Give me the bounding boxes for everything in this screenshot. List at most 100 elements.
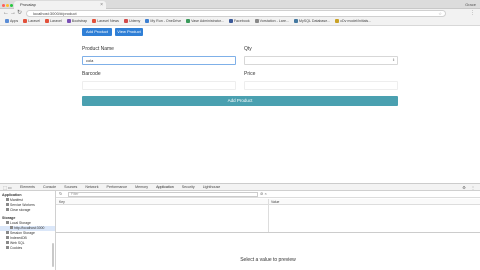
bookmark-favicon-icon	[145, 19, 150, 23]
sidebar-item-label: Local Storage	[10, 221, 31, 225]
devtools-tab[interactable]: Lighthouse	[199, 184, 225, 191]
bookmark-favicon-icon	[45, 19, 49, 23]
bookmark-item[interactable]: Vase Administrator...	[186, 18, 224, 25]
product-name-input[interactable]: cola	[82, 56, 236, 65]
devtools-tab[interactable]: Console	[39, 184, 60, 191]
add-product-submit-button[interactable]: Add Product	[82, 96, 398, 106]
devtools-tab[interactable]: Sources	[60, 184, 81, 191]
add-product-nav-button[interactable]: Add Product	[82, 28, 112, 36]
account-name[interactable]: Grace	[465, 1, 476, 8]
star-icon[interactable]: ☆	[438, 11, 442, 16]
preview-divider[interactable]	[56, 232, 480, 233]
bookmark-favicon-icon	[254, 19, 259, 23]
bookmark-label: Apps	[10, 19, 19, 23]
database-icon	[6, 236, 9, 239]
sidebar-item-label: Service Workers	[10, 203, 35, 207]
bookmark-label: Bootstrap	[71, 19, 88, 23]
page-content: Add Product View Product Product Name co…	[0, 26, 480, 183]
browser-toolbar: ← → ↻ localhost:3000/#/product ☆ ⋮	[0, 9, 480, 18]
barcode-input[interactable]	[82, 81, 236, 90]
devtools-tab-bar: ⬚ ▭ Elements Console Sources Network Perform…	[0, 183, 480, 192]
sidebar-item-label: IndexedDB	[10, 236, 27, 240]
price-input[interactable]	[244, 81, 398, 90]
devtools-settings-icon[interactable]: ⚙ ⋮	[462, 184, 477, 191]
database-icon	[6, 246, 9, 249]
devtools-sidebar: Application Manifest Service Workers Clear…	[0, 191, 56, 270]
bookmark-label: Facebook	[233, 19, 250, 23]
address-bar[interactable]: localhost:3000/#/product ☆	[26, 10, 446, 17]
devtools-main-panel: ↻ Filter ⊘ × Key Value Select a value to…	[56, 191, 480, 270]
bookmark-label: Laravel	[50, 19, 62, 23]
preview-message: Select a value to preview	[240, 257, 296, 263]
column-divider[interactable]	[268, 199, 269, 232]
bookmark-label: Laravel	[28, 19, 40, 23]
database-icon	[6, 241, 9, 244]
bookmark-label: Udemy	[128, 19, 141, 23]
bookmark-favicon-icon	[186, 19, 191, 23]
sidebar-scrollbar[interactable]	[52, 243, 54, 267]
bookmark-item[interactable]: Laravel	[23, 18, 40, 25]
bookmark-item[interactable]: My Run - OneDrive	[145, 18, 181, 25]
bookmark-favicon-icon	[23, 19, 28, 23]
sidebar-item-label: Clear storage	[10, 208, 31, 212]
barcode-label: Barcode	[82, 71, 101, 77]
refresh-icon[interactable]: ↻	[59, 191, 62, 197]
sidebar-item-label: Session Storage	[10, 231, 35, 235]
bookmark-item[interactable]: cDv model/initials...	[335, 18, 371, 25]
sidebar-item-label: Web SQL	[10, 241, 25, 245]
clear-icon[interactable]: ⊘ ×	[260, 191, 267, 197]
qty-label: Qty	[244, 46, 252, 52]
menu-icon[interactable]: ⋮	[470, 10, 477, 16]
storage-section-title: Storage	[2, 216, 16, 220]
devtools-tab[interactable]: Memory	[131, 184, 152, 191]
product-name-value: cola	[86, 58, 94, 63]
bookmark-item[interactable]: Facebook	[228, 18, 250, 25]
stepper-icon[interactable]: ⇕	[392, 57, 395, 64]
key-column-header[interactable]: Key	[59, 199, 65, 205]
application-section-title: Application	[2, 193, 22, 197]
bookmark-item[interactable]: Apps	[5, 18, 18, 25]
browser-tab[interactable]: Provalap ×	[14, 1, 106, 9]
filter-placeholder: Filter	[71, 192, 79, 196]
filter-input[interactable]: Filter	[68, 192, 258, 197]
bookmark-item[interactable]: Udemy	[123, 18, 141, 25]
file-icon	[6, 208, 9, 211]
devtools-tab[interactable]: Security	[178, 184, 199, 191]
bookmark-favicon-icon	[66, 19, 71, 23]
bookmark-label: My Run - OneDrive	[150, 19, 182, 23]
back-icon[interactable]: ←	[3, 10, 9, 17]
bookmark-label: Laravel News	[97, 19, 119, 23]
sidebar-storage-item[interactable]: Cookies	[0, 246, 55, 251]
database-icon	[6, 231, 9, 234]
value-column-header[interactable]: Value	[271, 199, 279, 205]
devtools-tab[interactable]: Elements	[16, 184, 39, 191]
sidebar-item-label: http://localhost:3000	[14, 226, 45, 230]
devtools-tab[interactable]: Network	[81, 184, 102, 191]
bookmark-label: Vorstation - Lare...	[259, 19, 289, 23]
bookmark-item[interactable]: Laravel	[45, 18, 62, 25]
bookmark-favicon-icon	[92, 19, 97, 23]
bookmark-favicon-icon	[294, 19, 298, 23]
qty-input[interactable]: ⇕	[244, 56, 398, 65]
file-icon	[6, 198, 9, 201]
reload-icon[interactable]: ↻	[17, 10, 22, 17]
bookmarks-bar: Apps Laravel Laravel Bootstrap Laravel News U…	[0, 18, 480, 26]
close-icon[interactable]: ×	[100, 1, 103, 9]
bookmark-favicon-icon	[335, 19, 340, 23]
devtools-tab[interactable]: Performance	[103, 184, 132, 191]
bookmark-label: Vase Administrator...	[191, 19, 224, 23]
bookmark-item[interactable]: Vorstation - Lare...	[254, 18, 289, 25]
database-icon	[10, 226, 13, 229]
bookmark-item[interactable]: MySQL Database...	[294, 18, 330, 25]
price-label: Price	[244, 71, 256, 77]
bookmark-item[interactable]: Bootstrap	[66, 18, 88, 25]
bookmark-label: MySQL Database...	[299, 19, 331, 23]
bookmark-item[interactable]: Laravel News	[92, 18, 119, 25]
filter-bar: ↻ Filter ⊘ ×	[56, 191, 480, 198]
view-product-nav-button[interactable]: View Product	[115, 28, 143, 36]
database-icon	[6, 221, 9, 224]
forward-icon[interactable]: →	[10, 10, 16, 17]
bookmark-favicon-icon	[228, 19, 233, 23]
inspect-icon[interactable]: ⬚ ▭	[3, 184, 12, 191]
bookmark-label: cDv model/initials...	[340, 19, 372, 23]
